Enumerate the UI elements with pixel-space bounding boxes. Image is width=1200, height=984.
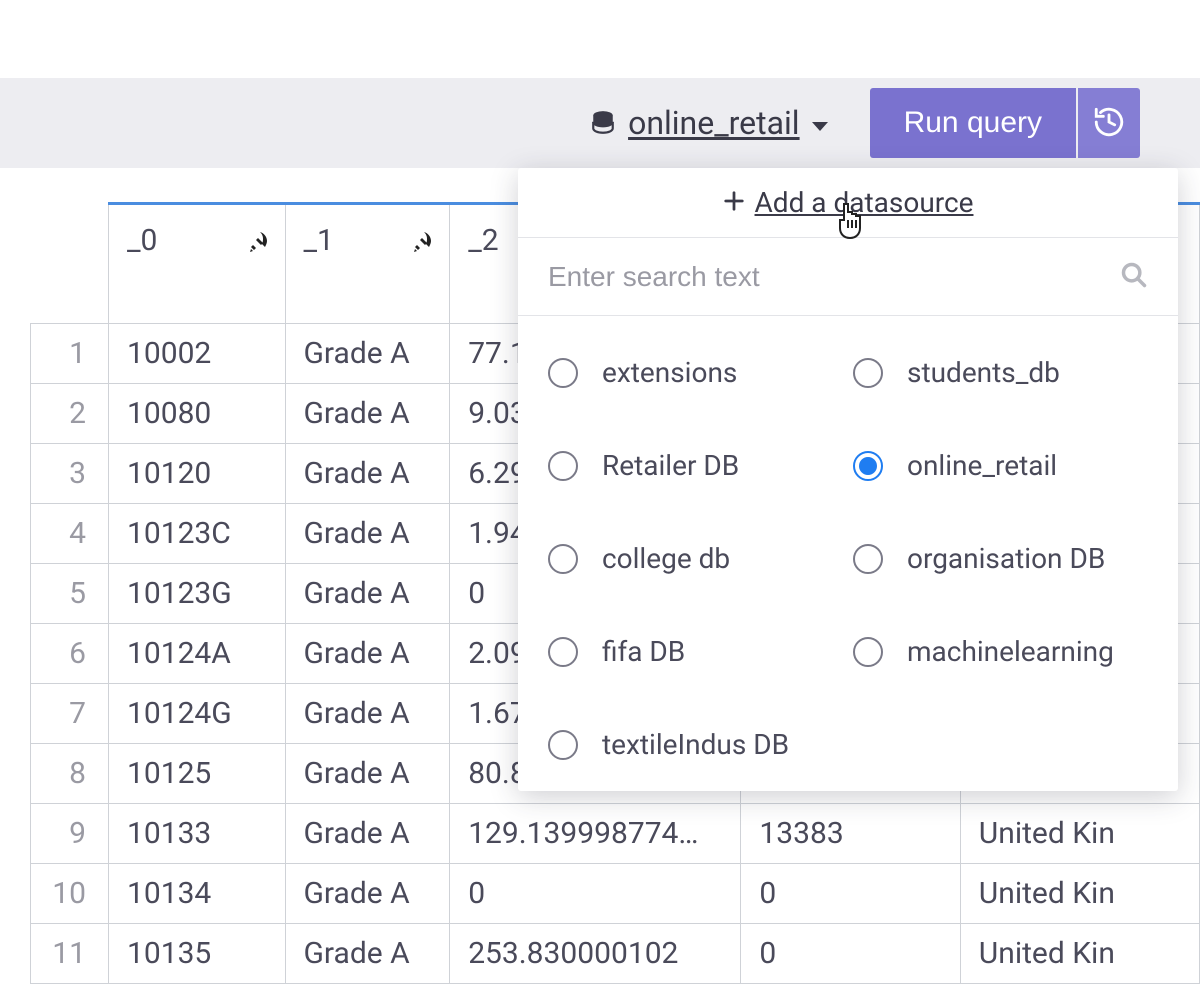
table-row: 910133Grade A129.139998774…13383United K… xyxy=(31,804,1200,864)
datasource-option-label: fifa DB xyxy=(602,635,685,668)
datasource-dropdown: Add a datasource extensions students_db Re… xyxy=(518,168,1178,791)
database-icon xyxy=(590,109,616,137)
radio-icon xyxy=(853,358,883,388)
cell[interactable]: 0 xyxy=(450,864,741,924)
radio-icon xyxy=(548,544,578,574)
plus-icon xyxy=(723,186,745,219)
datasource-option-label: online_retail xyxy=(907,449,1057,482)
cell[interactable]: Grade A xyxy=(285,804,450,864)
table-row: 1110135Grade A253.8300001020United Kin xyxy=(31,924,1200,984)
datasource-option[interactable]: Retailer DB xyxy=(548,449,843,482)
cell[interactable]: United Kin xyxy=(960,804,1199,864)
cell[interactable]: 10135 xyxy=(108,924,285,984)
row-number: 7 xyxy=(31,684,109,744)
search-icon xyxy=(1120,261,1148,293)
row-number: 3 xyxy=(31,444,109,504)
datasource-option-label: organisation DB xyxy=(907,542,1105,575)
row-number: 9 xyxy=(31,804,109,864)
row-number: 11 xyxy=(31,924,109,984)
col-label: _2 xyxy=(468,223,498,258)
cell[interactable]: United Kin xyxy=(960,864,1199,924)
datasource-selector[interactable]: online_retail xyxy=(590,104,830,142)
radio-icon xyxy=(853,451,883,481)
cell[interactable]: Grade A xyxy=(285,744,450,804)
cell[interactable]: Grade A xyxy=(285,684,450,744)
cell[interactable]: 0 xyxy=(741,924,960,984)
datasource-option-label: college db xyxy=(602,542,730,575)
col-label: _0 xyxy=(127,223,157,258)
cell[interactable]: 10080 xyxy=(108,384,285,444)
col-label: _1 xyxy=(304,223,334,258)
row-number: 4 xyxy=(31,504,109,564)
row-number: 10 xyxy=(31,864,109,924)
col-header-0[interactable]: _0 xyxy=(108,204,285,324)
run-query-button[interactable]: Run query xyxy=(870,88,1076,158)
cell[interactable]: 10133 xyxy=(108,804,285,864)
datasource-options: extensions students_db Retailer DB online_r… xyxy=(518,316,1178,761)
cell[interactable]: 253.830000102 xyxy=(450,924,741,984)
cell[interactable]: 10125 xyxy=(108,744,285,804)
cell[interactable]: Grade A xyxy=(285,324,450,384)
col-header-1[interactable]: _1 xyxy=(285,204,450,324)
datasource-search-input[interactable] xyxy=(548,261,1120,293)
cell[interactable]: Grade A xyxy=(285,924,450,984)
cell[interactable]: 10002 xyxy=(108,324,285,384)
row-number: 5 xyxy=(31,564,109,624)
radio-icon xyxy=(548,730,578,760)
cell[interactable]: 10134 xyxy=(108,864,285,924)
add-datasource-label: Add a datasource xyxy=(755,186,974,219)
cell[interactable]: 10123G xyxy=(108,564,285,624)
cell[interactable]: 10124A xyxy=(108,624,285,684)
history-icon xyxy=(1092,105,1126,142)
rocket-icon xyxy=(411,227,435,262)
add-datasource-link[interactable]: Add a datasource xyxy=(518,168,1178,238)
datasource-option[interactable]: machinelearning xyxy=(853,635,1148,668)
cell[interactable]: 10124G xyxy=(108,684,285,744)
cell[interactable]: 13383 xyxy=(741,804,960,864)
table-row: 1010134Grade A00United Kin xyxy=(31,864,1200,924)
toolbar: online_retail Run query xyxy=(0,78,1200,168)
cell[interactable]: 10123C xyxy=(108,504,285,564)
datasource-option[interactable]: organisation DB xyxy=(853,542,1148,575)
row-number: 6 xyxy=(31,624,109,684)
datasource-option-label: extensions xyxy=(602,356,737,389)
cell[interactable]: Grade A xyxy=(285,864,450,924)
cell[interactable]: 0 xyxy=(741,864,960,924)
datasource-option-label: textileIndus DB xyxy=(602,728,789,761)
datasource-search-row xyxy=(518,238,1178,316)
row-number: 8 xyxy=(31,744,109,804)
datasource-option[interactable]: extensions xyxy=(548,356,843,389)
query-history-button[interactable] xyxy=(1078,88,1140,158)
cell[interactable]: Grade A xyxy=(285,564,450,624)
rownum-header xyxy=(31,204,109,324)
cell[interactable]: 10120 xyxy=(108,444,285,504)
radio-icon xyxy=(853,544,883,574)
datasource-option[interactable]: online_retail xyxy=(853,449,1148,482)
cell[interactable]: Grade A xyxy=(285,504,450,564)
rocket-icon xyxy=(247,227,271,262)
cell[interactable]: Grade A xyxy=(285,624,450,684)
radio-icon xyxy=(548,451,578,481)
run-button-group: Run query xyxy=(870,88,1140,158)
datasource-option-label: students_db xyxy=(907,356,1060,389)
cell[interactable]: Grade A xyxy=(285,444,450,504)
radio-icon xyxy=(548,358,578,388)
top-spacer xyxy=(0,0,1200,78)
row-number: 1 xyxy=(31,324,109,384)
cell[interactable]: Grade A xyxy=(285,384,450,444)
datasource-option[interactable]: students_db xyxy=(853,356,1148,389)
datasource-option[interactable]: textileIndus DB xyxy=(548,728,843,761)
row-number: 2 xyxy=(31,384,109,444)
datasource-option-label: Retailer DB xyxy=(602,449,739,482)
datasource-label: online_retail xyxy=(628,104,800,142)
datasource-option[interactable]: college db xyxy=(548,542,843,575)
cell[interactable]: 129.139998774… xyxy=(450,804,741,864)
datasource-option-label: machinelearning xyxy=(907,635,1114,668)
cell[interactable]: United Kin xyxy=(960,924,1199,984)
datasource-option[interactable]: fifa DB xyxy=(548,635,843,668)
radio-icon xyxy=(853,637,883,667)
radio-icon xyxy=(548,637,578,667)
caret-down-icon xyxy=(810,104,830,142)
